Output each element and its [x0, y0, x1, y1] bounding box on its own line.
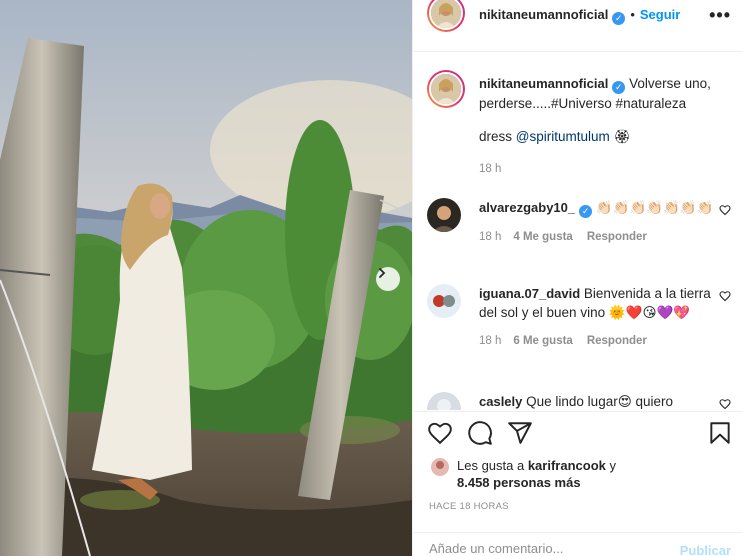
caption-time: 18 h: [479, 163, 502, 175]
liker-avatar[interactable]: [431, 458, 449, 476]
comment-text: Que lindo lugar😍 quiero: [526, 394, 674, 409]
publish-button[interactable]: Publicar: [680, 543, 731, 556]
post-header: nikitaneumannoficial ✓ • Seguir •••: [413, 0, 742, 32]
commenter-username[interactable]: iguana.07_david: [479, 286, 580, 301]
verified-badge-icon: ✓: [612, 12, 626, 25]
caption-dress-prefix: dress: [479, 129, 516, 144]
commenter-avatar[interactable]: [427, 284, 461, 318]
post-photo[interactable]: [0, 0, 412, 556]
caption-avatar[interactable]: [427, 70, 465, 108]
likes-suffix: y: [605, 458, 616, 473]
likes-prefix: Les gusta a: [457, 458, 528, 473]
verified-badge-icon: ✓: [612, 81, 626, 94]
action-bar: [427, 420, 731, 450]
vineyard-photo: [0, 0, 412, 556]
heart-icon[interactable]: [427, 420, 453, 449]
reply-button[interactable]: Responder: [587, 335, 647, 347]
comment-likes-count[interactable]: 4 Me gusta: [513, 231, 572, 243]
comment-meta: 18 h 6 Me gusta Responder: [479, 332, 715, 351]
comment-like-heart-icon[interactable]: [719, 204, 731, 219]
comment-like-heart-icon[interactable]: [719, 290, 731, 305]
bookmark-icon[interactable]: [707, 420, 733, 449]
author-avatar[interactable]: [427, 0, 465, 32]
reply-button[interactable]: Responder: [587, 231, 647, 243]
header-title-row: nikitaneumannoficial ✓ • Seguir: [479, 7, 680, 25]
comments-divider: [413, 411, 742, 412]
comment-icon[interactable]: [467, 420, 493, 449]
comment-like-heart-icon[interactable]: [719, 398, 731, 410]
commenter-avatar[interactable]: [427, 392, 461, 410]
commenter-avatar[interactable]: [427, 198, 461, 232]
author-username[interactable]: nikitaneumannoficial: [479, 7, 608, 22]
share-icon[interactable]: [507, 420, 533, 449]
post-sidebar: nikitaneumannoficial ✓ • Seguir ••• nikitan…: [412, 0, 742, 556]
commenter-username[interactable]: alvarezgaby10_: [479, 200, 575, 215]
comment-time: 18 h: [479, 335, 502, 347]
caption-emoji: 🏵: [613, 129, 631, 144]
comment-input[interactable]: [429, 541, 659, 556]
caption-username[interactable]: nikitaneumannoficial: [479, 76, 608, 91]
comment-time: 18 h: [479, 231, 502, 243]
comment-meta: 18 h 4 Me gusta Responder: [479, 228, 715, 247]
likes-count[interactable]: 8.458 personas más: [457, 475, 581, 490]
comment-likes-count[interactable]: 6 Me gusta: [513, 335, 572, 347]
next-arrow-icon: [379, 268, 386, 278]
more-options-icon[interactable]: •••: [709, 5, 731, 26]
commenter-username[interactable]: caslely: [479, 394, 522, 409]
verified-badge-icon: ✓: [579, 205, 593, 218]
liker-username[interactable]: karifrancook: [528, 458, 606, 473]
caption-mention-link[interactable]: @spiritumtulum: [516, 129, 610, 144]
post-timestamp[interactable]: HACE 18 HORAS: [429, 501, 509, 512]
add-comment-bar: Publicar: [413, 532, 742, 556]
caption-dress-line: dress @spiritumtulum 🏵: [479, 127, 715, 146]
likes-line: Les gusta a karifrancook y: [457, 456, 616, 475]
follow-button[interactable]: Seguir: [640, 7, 680, 22]
separator-dot: •: [630, 7, 635, 22]
comment-text: 👏🏻👏🏻👏🏻👏🏻👏🏻👏🏻👏🏻: [595, 200, 714, 215]
next-photo-button[interactable]: [376, 267, 400, 291]
comments-list: nikitaneumannoficial ✓ Volverse uno, perd…: [413, 52, 742, 410]
